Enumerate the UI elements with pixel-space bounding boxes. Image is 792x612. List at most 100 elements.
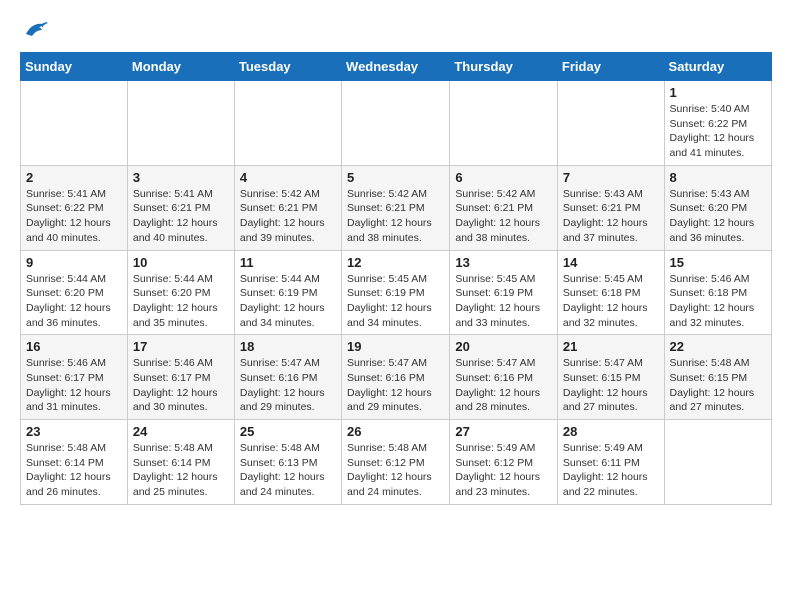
calendar-cell: [21, 81, 128, 166]
calendar-cell: 1 Sunrise: 5:40 AM Sunset: 6:22 PM Daylig…: [664, 81, 771, 166]
day-info: Sunrise: 5:40 AM Sunset: 6:22 PM Dayligh…: [670, 102, 766, 161]
calendar-cell: 23 Sunrise: 5:48 AM Sunset: 6:14 PM Dayli…: [21, 420, 128, 505]
weekday-header-thursday: Thursday: [450, 53, 558, 81]
header: [20, 20, 772, 42]
day-number: 10: [133, 255, 229, 270]
calendar-cell: 26 Sunrise: 5:48 AM Sunset: 6:12 PM Dayli…: [342, 420, 450, 505]
calendar-cell: 25Sunrise: 5:48 AM Sunset: 6:13 PM Dayli…: [234, 420, 341, 505]
day-number: 27: [455, 424, 552, 439]
calendar-header: SundayMondayTuesdayWednesdayThursdayFrid…: [21, 53, 772, 81]
day-info: Sunrise: 5:43 AM Sunset: 6:20 PM Dayligh…: [670, 187, 766, 246]
day-info: Sunrise: 5:46 AM Sunset: 6:18 PM Dayligh…: [670, 272, 766, 331]
day-info: Sunrise: 5:48 AM Sunset: 6:14 PM Dayligh…: [133, 441, 229, 500]
day-info: Sunrise: 5:48 AM Sunset: 6:14 PM Dayligh…: [26, 441, 122, 500]
calendar-cell: 17 Sunrise: 5:46 AM Sunset: 6:17 PM Dayli…: [127, 335, 234, 420]
day-number: 26: [347, 424, 444, 439]
day-info: Sunrise: 5:48 AM Sunset: 6:15 PM Dayligh…: [670, 356, 766, 415]
day-number: 8: [670, 170, 766, 185]
day-number: 18: [240, 339, 336, 354]
calendar-cell: 4Sunrise: 5:42 AM Sunset: 6:21 PM Daylig…: [234, 165, 341, 250]
calendar-cell: 16 Sunrise: 5:46 AM Sunset: 6:17 PM Dayli…: [21, 335, 128, 420]
calendar-cell: 27 Sunrise: 5:49 AM Sunset: 6:12 PM Dayli…: [450, 420, 558, 505]
calendar-cell: 22Sunrise: 5:48 AM Sunset: 6:15 PM Dayli…: [664, 335, 771, 420]
day-info: Sunrise: 5:42 AM Sunset: 6:21 PM Dayligh…: [455, 187, 552, 246]
calendar-cell: 12 Sunrise: 5:45 AM Sunset: 6:19 PM Dayli…: [342, 250, 450, 335]
calendar-cell: 19 Sunrise: 5:47 AM Sunset: 6:16 PM Dayli…: [342, 335, 450, 420]
day-info: Sunrise: 5:45 AM Sunset: 6:18 PM Dayligh…: [563, 272, 659, 331]
day-info: Sunrise: 5:49 AM Sunset: 6:11 PM Dayligh…: [563, 441, 659, 500]
day-number: 14: [563, 255, 659, 270]
day-info: Sunrise: 5:47 AM Sunset: 6:16 PM Dayligh…: [347, 356, 444, 415]
calendar-cell: 20 Sunrise: 5:47 AM Sunset: 6:16 PM Dayli…: [450, 335, 558, 420]
day-number: 19: [347, 339, 444, 354]
day-number: 11: [240, 255, 336, 270]
calendar-cell: 3 Sunrise: 5:41 AM Sunset: 6:21 PM Daylig…: [127, 165, 234, 250]
calendar-cell: 14 Sunrise: 5:45 AM Sunset: 6:18 PM Dayli…: [557, 250, 664, 335]
day-number: 9: [26, 255, 122, 270]
calendar-cell: 13 Sunrise: 5:45 AM Sunset: 6:19 PM Dayli…: [450, 250, 558, 335]
day-number: 20: [455, 339, 552, 354]
calendar-cell: [127, 81, 234, 166]
calendar-cell: 11 Sunrise: 5:44 AM Sunset: 6:19 PM Dayli…: [234, 250, 341, 335]
weekday-header-sunday: Sunday: [21, 53, 128, 81]
day-number: 2: [26, 170, 122, 185]
calendar-cell: 6 Sunrise: 5:42 AM Sunset: 6:21 PM Daylig…: [450, 165, 558, 250]
day-info: Sunrise: 5:49 AM Sunset: 6:12 PM Dayligh…: [455, 441, 552, 500]
day-number: 13: [455, 255, 552, 270]
day-info: Sunrise: 5:41 AM Sunset: 6:22 PM Dayligh…: [26, 187, 122, 246]
calendar-week-2: 2 Sunrise: 5:41 AM Sunset: 6:22 PM Daylig…: [21, 165, 772, 250]
weekday-header-saturday: Saturday: [664, 53, 771, 81]
calendar-cell: 24 Sunrise: 5:48 AM Sunset: 6:14 PM Dayli…: [127, 420, 234, 505]
day-number: 4: [240, 170, 336, 185]
calendar-cell: [557, 81, 664, 166]
day-number: 23: [26, 424, 122, 439]
day-number: 12: [347, 255, 444, 270]
day-number: 1: [670, 85, 766, 100]
day-number: 21: [563, 339, 659, 354]
day-info: Sunrise: 5:44 AM Sunset: 6:19 PM Dayligh…: [240, 272, 336, 331]
day-info: Sunrise: 5:48 AM Sunset: 6:12 PM Dayligh…: [347, 441, 444, 500]
day-number: 25: [240, 424, 336, 439]
day-info: Sunrise: 5:47 AM Sunset: 6:15 PM Dayligh…: [563, 356, 659, 415]
day-info: Sunrise: 5:41 AM Sunset: 6:21 PM Dayligh…: [133, 187, 229, 246]
calendar-week-1: 1 Sunrise: 5:40 AM Sunset: 6:22 PM Daylig…: [21, 81, 772, 166]
day-number: 6: [455, 170, 552, 185]
day-info: Sunrise: 5:46 AM Sunset: 6:17 PM Dayligh…: [133, 356, 229, 415]
weekday-header-tuesday: Tuesday: [234, 53, 341, 81]
day-info: Sunrise: 5:45 AM Sunset: 6:19 PM Dayligh…: [347, 272, 444, 331]
weekday-header-friday: Friday: [557, 53, 664, 81]
calendar-week-3: 9 Sunrise: 5:44 AM Sunset: 6:20 PM Daylig…: [21, 250, 772, 335]
day-info: Sunrise: 5:46 AM Sunset: 6:17 PM Dayligh…: [26, 356, 122, 415]
calendar-cell: [234, 81, 341, 166]
day-number: 3: [133, 170, 229, 185]
calendar-cell: 7 Sunrise: 5:43 AM Sunset: 6:21 PM Daylig…: [557, 165, 664, 250]
day-info: Sunrise: 5:45 AM Sunset: 6:19 PM Dayligh…: [455, 272, 552, 331]
day-info: Sunrise: 5:47 AM Sunset: 6:16 PM Dayligh…: [240, 356, 336, 415]
weekday-header-monday: Monday: [127, 53, 234, 81]
day-info: Sunrise: 5:44 AM Sunset: 6:20 PM Dayligh…: [133, 272, 229, 331]
day-info: Sunrise: 5:43 AM Sunset: 6:21 PM Dayligh…: [563, 187, 659, 246]
day-number: 24: [133, 424, 229, 439]
day-number: 5: [347, 170, 444, 185]
day-number: 28: [563, 424, 659, 439]
calendar-cell: 5 Sunrise: 5:42 AM Sunset: 6:21 PM Daylig…: [342, 165, 450, 250]
calendar-cell: 8 Sunrise: 5:43 AM Sunset: 6:20 PM Daylig…: [664, 165, 771, 250]
day-info: Sunrise: 5:44 AM Sunset: 6:20 PM Dayligh…: [26, 272, 122, 331]
calendar-cell: [450, 81, 558, 166]
calendar-cell: 28 Sunrise: 5:49 AM Sunset: 6:11 PM Dayli…: [557, 420, 664, 505]
day-number: 7: [563, 170, 659, 185]
logo: [20, 20, 48, 42]
calendar-week-5: 23 Sunrise: 5:48 AM Sunset: 6:14 PM Dayli…: [21, 420, 772, 505]
day-info: Sunrise: 5:42 AM Sunset: 6:21 PM Dayligh…: [347, 187, 444, 246]
logo-bird-icon: [22, 20, 48, 42]
calendar-cell: 10 Sunrise: 5:44 AM Sunset: 6:20 PM Dayli…: [127, 250, 234, 335]
day-info: Sunrise: 5:47 AM Sunset: 6:16 PM Dayligh…: [455, 356, 552, 415]
day-number: 15: [670, 255, 766, 270]
day-number: 16: [26, 339, 122, 354]
day-number: 17: [133, 339, 229, 354]
calendar-cell: 18 Sunrise: 5:47 AM Sunset: 6:16 PM Dayli…: [234, 335, 341, 420]
calendar-cell: 2 Sunrise: 5:41 AM Sunset: 6:22 PM Daylig…: [21, 165, 128, 250]
calendar-cell: 9 Sunrise: 5:44 AM Sunset: 6:20 PM Daylig…: [21, 250, 128, 335]
calendar-cell: 21 Sunrise: 5:47 AM Sunset: 6:15 PM Dayli…: [557, 335, 664, 420]
calendar-cell: [342, 81, 450, 166]
